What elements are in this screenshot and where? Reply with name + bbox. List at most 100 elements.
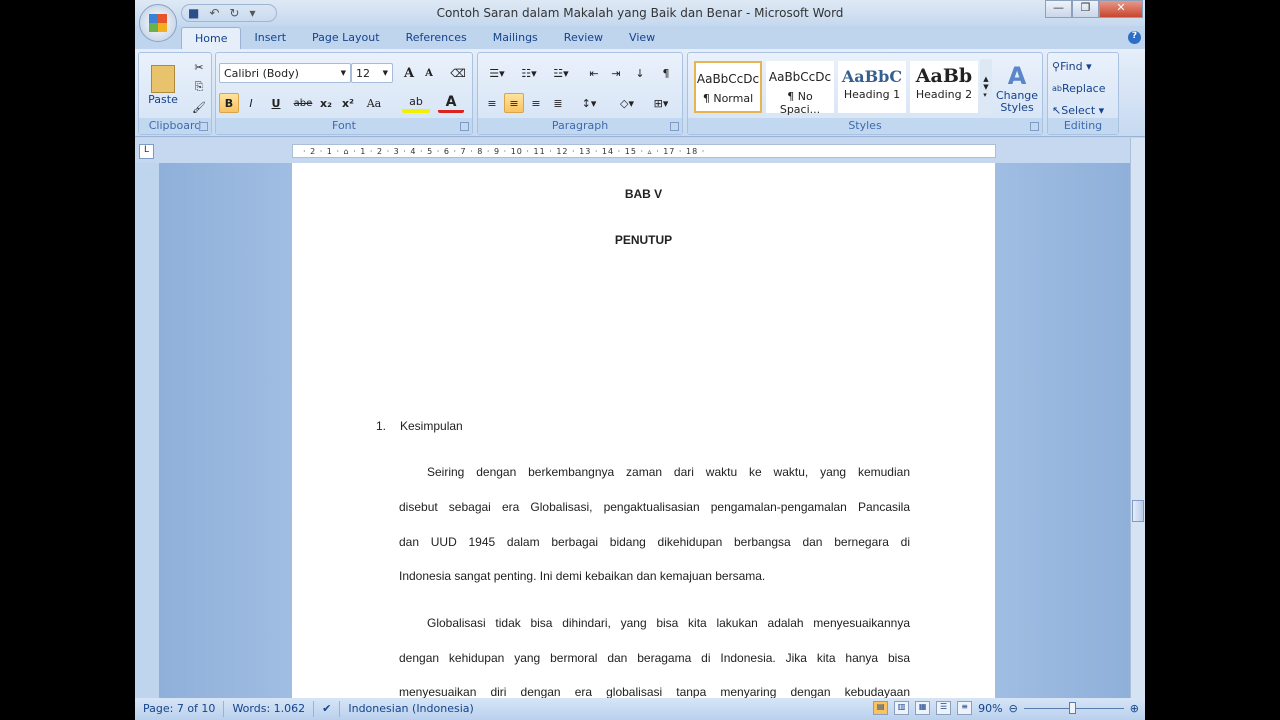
tab-page-layout[interactable]: Page Layout — [299, 27, 393, 49]
find-button[interactable]: ⚲ Find ▾ — [1052, 57, 1092, 75]
highlight-color-icon[interactable]: ab — [402, 93, 430, 113]
grow-font-button[interactable]: A — [399, 63, 419, 83]
zoom-in-icon[interactable]: ⊕ — [1130, 702, 1139, 715]
print-layout-icon[interactable]: ▤ — [873, 701, 889, 715]
tab-insert[interactable]: Insert — [241, 27, 299, 49]
zoom-slider-thumb[interactable] — [1068, 701, 1076, 714]
list-item: Kesimpulan — [400, 419, 463, 433]
tab-home[interactable]: Home — [181, 27, 242, 49]
draft-icon[interactable]: ≡ — [957, 701, 973, 715]
shading-icon[interactable]: ◇▾ — [612, 93, 642, 113]
ribbon-tabs: Home Insert Page Layout References Maili… — [181, 27, 668, 49]
language-indicator[interactable]: Indonesian (Indonesia) — [340, 701, 481, 717]
numbering-icon[interactable]: ☷▾ — [514, 63, 544, 83]
redo-icon[interactable]: ↻ — [229, 6, 239, 20]
page-indicator[interactable]: Page: 7 of 10 — [135, 701, 225, 717]
multilevel-list-icon[interactable]: ☳▾ — [546, 63, 576, 83]
shrink-font-button[interactable]: A — [419, 63, 439, 83]
title-bar: Contoh Saran dalam Makalah yang Baik dan… — [135, 0, 1145, 26]
tab-view[interactable]: View — [616, 27, 668, 49]
document-page[interactable]: BAB V PENUTUP 1. Kesimpulan Seiring deng… — [292, 163, 995, 699]
italic-button[interactable]: I — [241, 93, 261, 113]
justify-icon[interactable]: ≣ — [548, 93, 568, 113]
status-bar: Page: 7 of 10 Words: 1.062 ✔ Indonesian … — [135, 698, 1145, 720]
paragraph-line: dengan kehidupan yang bermoral dan berag… — [399, 651, 910, 665]
copy-icon[interactable]: ⎘ — [189, 77, 209, 97]
tab-mailings[interactable]: Mailings — [480, 27, 551, 49]
scrollbar-thumb[interactable] — [1132, 500, 1144, 522]
list-number: 1. — [376, 419, 387, 433]
borders-icon[interactable]: ⊞▾ — [646, 93, 676, 113]
ruler-row: L · 2 · 1 · ⌂ · 1 · 2 · 3 · 4 · 5 · 6 · … — [135, 138, 1145, 163]
replace-button[interactable]: ab Replace — [1052, 79, 1106, 97]
zoom-out-icon[interactable]: ⊖ — [1009, 702, 1018, 715]
increase-indent-icon[interactable]: ⇥ — [606, 63, 626, 83]
subscript-button[interactable]: x₂ — [316, 93, 336, 113]
proofing-icon[interactable]: ✔ — [314, 701, 341, 717]
decrease-indent-icon[interactable]: ⇤ — [584, 63, 604, 83]
paragraph-line: Indonesia sangat penting. Ini demi kebai… — [399, 569, 766, 583]
style-no-spacing[interactable]: AaBbCcDc ¶ No Spaci... — [766, 61, 834, 116]
help-icon[interactable]: ? — [1128, 31, 1141, 44]
word-window: Contoh Saran dalam Makalah yang Baik dan… — [135, 0, 1145, 720]
styles-launcher[interactable] — [1030, 122, 1039, 131]
editing-label: Editing — [1048, 118, 1118, 134]
chapter-heading: PENUTUP — [614, 233, 673, 247]
paragraph-line: Globalisasi tidak bisa dihindari, yang b… — [427, 616, 910, 630]
strikethrough-button[interactable]: abe — [292, 93, 314, 113]
bullets-icon[interactable]: ☰▾ — [482, 63, 512, 83]
tab-references[interactable]: References — [393, 27, 480, 49]
web-layout-icon[interactable]: ▦ — [915, 701, 931, 715]
paste-button[interactable]: Paste — [143, 57, 183, 113]
align-center-icon[interactable]: ≡ — [504, 93, 524, 113]
zoom-level[interactable]: 90% — [978, 702, 1002, 715]
show-formatting-icon[interactable]: ¶ — [656, 63, 676, 83]
style-normal[interactable]: AaBbCcDc ¶ Normal — [694, 61, 762, 113]
font-color-button[interactable]: A — [438, 93, 464, 113]
office-button[interactable] — [139, 4, 177, 42]
underline-button[interactable]: U — [264, 93, 288, 113]
customize-qat-icon[interactable]: ▾ — [249, 6, 255, 20]
font-label: Font — [216, 118, 472, 134]
outline-icon[interactable]: ☰ — [936, 701, 952, 715]
clear-formatting-icon[interactable]: ⌫ — [448, 63, 468, 83]
change-styles-button[interactable]: A Change Styles — [994, 59, 1040, 117]
select-button[interactable]: ↖ Select ▾ — [1052, 101, 1104, 119]
word-count[interactable]: Words: 1.062 — [224, 701, 315, 717]
paragraph-line: disebut sebagai era Globalisasi, pengakt… — [399, 500, 910, 514]
superscript-button[interactable]: x² — [338, 93, 358, 113]
close-button[interactable]: ✕ — [1099, 0, 1143, 18]
minimize-button[interactable]: — — [1045, 0, 1072, 18]
binoculars-icon: ⚲ — [1052, 59, 1061, 73]
vertical-scrollbar[interactable] — [1130, 138, 1145, 698]
style-heading-1[interactable]: AaBbC Heading 1 — [838, 61, 906, 113]
font-size-select[interactable]: 12 ▼ — [351, 63, 393, 83]
styles-scroll[interactable]: ▲ ▼ ▾ — [980, 59, 992, 115]
restore-button[interactable]: ❐ — [1072, 0, 1099, 18]
office-logo-icon — [149, 14, 167, 32]
font-launcher[interactable] — [460, 122, 469, 131]
editing-group: ⚲ Find ▾ ab Replace ↖ Select ▾ Editing — [1047, 52, 1119, 135]
cut-icon[interactable]: ✂ — [189, 57, 209, 77]
line-spacing-icon[interactable]: ↕▾ — [574, 93, 604, 113]
bold-button[interactable]: B — [219, 93, 239, 113]
format-painter-icon[interactable]: 🖌 — [189, 97, 209, 117]
align-right-icon[interactable]: ≡ — [526, 93, 546, 113]
undo-icon[interactable]: ↶ — [209, 6, 219, 20]
zoom-slider[interactable] — [1023, 701, 1124, 714]
horizontal-ruler[interactable]: · 2 · 1 · ⌂ · 1 · 2 · 3 · 4 · 5 · 6 · 7 … — [292, 144, 996, 158]
clipboard-launcher[interactable] — [199, 122, 208, 131]
tab-review[interactable]: Review — [551, 27, 616, 49]
full-screen-reading-icon[interactable]: ▥ — [894, 701, 910, 715]
font-family-select[interactable]: Calibri (Body) ▼ — [219, 63, 351, 83]
save-icon[interactable]: ■ — [188, 6, 199, 20]
paragraph-launcher[interactable] — [670, 122, 679, 131]
quick-access-toolbar: ■ ↶ ↻ ▾ — [181, 4, 277, 22]
tab-selector[interactable]: L — [139, 144, 154, 159]
paragraph-line: Seiring dengan berkembangnya zaman dari … — [427, 465, 910, 479]
sort-icon[interactable]: ↓ — [630, 63, 650, 83]
chevron-down-icon: ▼ — [382, 69, 388, 77]
change-case-button[interactable]: Aa — [361, 93, 387, 113]
style-heading-2[interactable]: AaBb Heading 2 — [910, 61, 978, 113]
align-left-icon[interactable]: ≡ — [482, 93, 502, 113]
